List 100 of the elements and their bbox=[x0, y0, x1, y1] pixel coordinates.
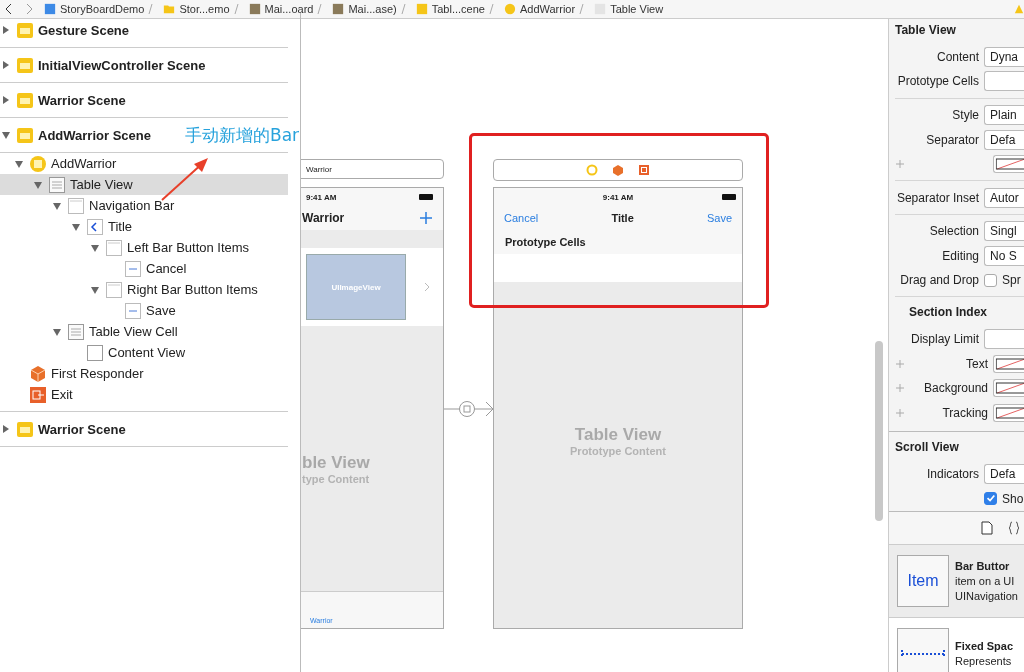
back-icon[interactable] bbox=[4, 3, 14, 15]
outline-item[interactable]: Table View bbox=[0, 174, 288, 195]
outline-item[interactable]: Exit bbox=[0, 384, 288, 405]
scene-icon bbox=[16, 21, 34, 39]
outline-item[interactable]: Save bbox=[0, 300, 288, 321]
color-well[interactable] bbox=[993, 155, 1024, 174]
field-label: Separator bbox=[925, 132, 979, 147]
scene-row[interactable]: Gesture Scene bbox=[0, 19, 134, 41]
disclosure-triangle-icon[interactable] bbox=[0, 129, 12, 141]
scene-title-bar[interactable]: Warrior bbox=[301, 159, 444, 179]
library-item-description: Bar Buttor item on a UI UINavigation bbox=[955, 558, 1018, 604]
circle-icon bbox=[503, 3, 516, 15]
breadcrumb-item[interactable]: Table View bbox=[610, 3, 664, 15]
exit-icon[interactable] bbox=[638, 164, 650, 176]
field-label: Prototype Cells bbox=[896, 74, 979, 89]
breadcrumb-item[interactable]: Tabl...cene bbox=[431, 3, 485, 15]
popup-button[interactable]: Defa bbox=[984, 129, 1024, 150]
outline-item[interactable]: Cancel bbox=[0, 258, 288, 279]
color-well[interactable] bbox=[993, 354, 1024, 373]
document-icon bbox=[415, 3, 428, 15]
add-icon[interactable] bbox=[419, 211, 433, 225]
color-well[interactable] bbox=[993, 379, 1024, 398]
scene-icon bbox=[16, 126, 34, 144]
breadcrumb-item[interactable]: Stor...emo bbox=[179, 3, 230, 15]
field-label: Style bbox=[951, 108, 979, 122]
bar-item-icon bbox=[124, 259, 142, 278]
popup-button[interactable]: Autor bbox=[984, 187, 1024, 208]
popup-button[interactable]: Plain bbox=[984, 105, 1024, 125]
battery-icon bbox=[419, 194, 433, 200]
scene-row[interactable]: Warrior Scene bbox=[0, 89, 130, 111]
scene-icon bbox=[16, 91, 34, 109]
chevron-right-icon bbox=[423, 281, 431, 293]
folder-icon bbox=[163, 3, 176, 15]
library-item-description: Fixed Spac Represents bbox=[955, 639, 1014, 669]
placeholder-title: Table View bbox=[574, 425, 662, 445]
table-cell[interactable] bbox=[494, 254, 742, 282]
segue-arrow[interactable] bbox=[444, 399, 494, 419]
outline-item[interactable]: Table View Cell bbox=[0, 321, 288, 342]
status-time: 9:41 AM bbox=[602, 192, 634, 202]
popup-button[interactable]: Singl bbox=[984, 221, 1024, 242]
field-label: Background bbox=[922, 381, 988, 396]
controller-icon bbox=[29, 154, 47, 173]
cube-icon[interactable] bbox=[612, 164, 624, 176]
popup-button[interactable]: Dyna bbox=[984, 46, 1024, 67]
outline-item[interactable]: Content View bbox=[0, 342, 288, 363]
navigation-title: Title bbox=[611, 212, 634, 224]
breadcrumb-item[interactable]: Mai...ase) bbox=[348, 3, 397, 15]
breadcrumb-item[interactable]: AddWarrior bbox=[519, 3, 576, 15]
navigation-title: Warrior bbox=[302, 211, 345, 225]
scene-row[interactable]: Warrior Scene bbox=[0, 418, 130, 440]
save-button[interactable]: Save bbox=[706, 212, 732, 224]
breadcrumb-item[interactable]: StoryBoardDemo bbox=[60, 3, 145, 15]
navigation-bar-icon bbox=[67, 196, 85, 215]
field-label: Indicators bbox=[925, 467, 979, 482]
cancel-button[interactable]: Cancel bbox=[504, 212, 539, 224]
scene-row[interactable]: AddWarrior Scene bbox=[0, 124, 155, 146]
checkbox[interactable] bbox=[984, 273, 997, 287]
popup-button[interactable]: No S bbox=[984, 245, 1024, 266]
navigation-bar-icon bbox=[105, 238, 123, 257]
outline-item[interactable]: Left Bar Button Items bbox=[0, 237, 288, 258]
scene-row[interactable]: InitialViewController Scene bbox=[0, 54, 210, 76]
color-well[interactable] bbox=[993, 404, 1024, 422]
field-label: Content bbox=[935, 49, 979, 64]
placeholder-subtitle: Prototype Content bbox=[570, 445, 666, 457]
field-label: Tracking bbox=[941, 406, 988, 420]
field-label: Text bbox=[965, 356, 988, 371]
outline-item[interactable]: Navigation Bar bbox=[0, 195, 288, 216]
section-title: Scroll View bbox=[894, 439, 960, 457]
forward-icon[interactable] bbox=[24, 3, 34, 15]
scene-icon bbox=[16, 420, 34, 438]
input-field[interactable] bbox=[984, 329, 1024, 350]
checkbox[interactable] bbox=[984, 492, 997, 506]
braces-icon[interactable] bbox=[1007, 521, 1021, 535]
breadcrumb-item[interactable]: Mai...oard bbox=[264, 3, 314, 15]
battery-icon bbox=[722, 194, 736, 200]
library-item[interactable]: Fixed Spac Represents bbox=[889, 618, 1024, 672]
outline-item[interactable]: Title bbox=[0, 216, 288, 237]
separator-icon bbox=[233, 3, 239, 15]
outline-item[interactable]: AddWarrior bbox=[0, 153, 288, 174]
field-label: Drag and Drop bbox=[899, 273, 979, 288]
file-icon[interactable] bbox=[981, 521, 993, 535]
image-view: UIImageView bbox=[306, 254, 406, 320]
annotation-text: 手动新增的Bar bbox=[185, 124, 300, 147]
separator-icon bbox=[317, 3, 323, 15]
popup-button[interactable]: Defa bbox=[984, 464, 1024, 485]
section-header: Prototype Cells bbox=[505, 236, 586, 248]
checkbox-label: Spr bbox=[1002, 273, 1021, 288]
library-item[interactable]: Item Bar Buttor item on a UI UINavigation bbox=[889, 545, 1024, 618]
cube-icon bbox=[29, 364, 47, 383]
project-icon bbox=[44, 3, 56, 15]
scroll-bar[interactable] bbox=[875, 341, 883, 521]
back-chevron-icon bbox=[86, 217, 104, 236]
table-icon bbox=[67, 322, 85, 341]
outline-item[interactable]: First Responder bbox=[0, 363, 288, 384]
outline-item[interactable]: Right Bar Button Items bbox=[0, 279, 288, 300]
navigation-bar-icon bbox=[105, 280, 123, 299]
input-field[interactable] bbox=[984, 71, 1024, 92]
storyboard-icon bbox=[248, 3, 261, 15]
placeholder-title: ble View bbox=[302, 452, 371, 473]
separator-icon bbox=[400, 3, 406, 15]
